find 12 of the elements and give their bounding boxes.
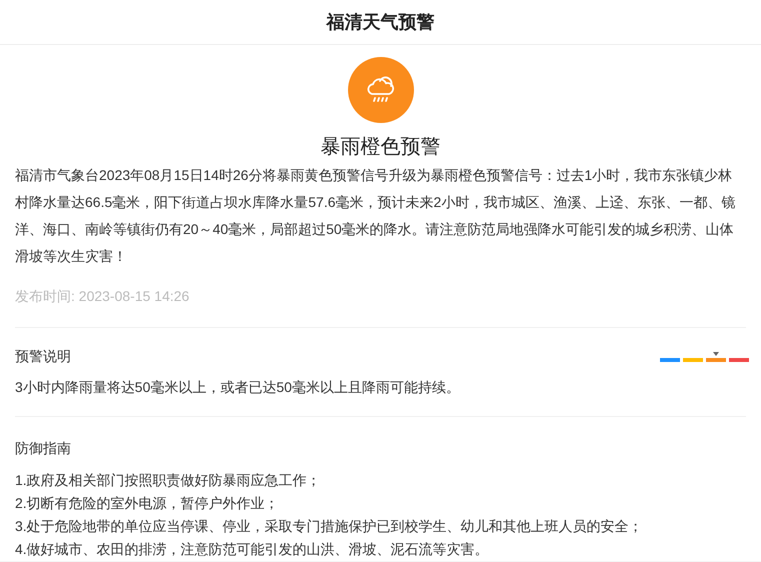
section-heading: 预警说明 [15, 347, 71, 366]
alert-title: 暴雨橙色预警 [320, 135, 440, 160]
alert-description: 福清市气象台2023年08月15日14时26分将暴雨黄色预警信号升级为暴雨橙色预警信号：过去1小时，我市东张镇少林村降水量达66.5毫米，阳下街道占坝水库降水量57.6毫米，预计未来2小时，我市城区、渔溪、上迳、东张、一都、镜洋、海口、南岭等镇街仍有20～40毫米，局部超过50毫米的降水。请注意防范局地强降水可能引发的城乡积涝、山体滑坡等次生灾害！ [15, 166, 736, 266]
page-title: 福清天气预警 [326, 10, 434, 34]
warning-explanation: 3小时内降雨量将达50毫米以上，或者已达50毫米以上且降雨可能持续。 [15, 378, 461, 397]
section-heading: 防御指南 [15, 440, 71, 456]
guide-item: 4.做好城市、农田的排涝，注意防范可能引发的山洪、滑坡、泥石流等灾害。 [15, 540, 490, 559]
guide-item: 3.处于危险地带的单位应当停课、停业，采取专门措施保护已到校学生、幼儿和其他上班人员的安全； [15, 517, 644, 536]
guide-item: 1.政府及相关部门按照职责做好防暴雨应急工作； [15, 471, 322, 490]
rain-cloud-icon [366, 76, 396, 104]
publish-time: 发布时间: 2023-08-15 14:26 [15, 288, 190, 304]
guide-item: 2.切断有危险的室外电源，暂停户外作业； [15, 494, 280, 513]
